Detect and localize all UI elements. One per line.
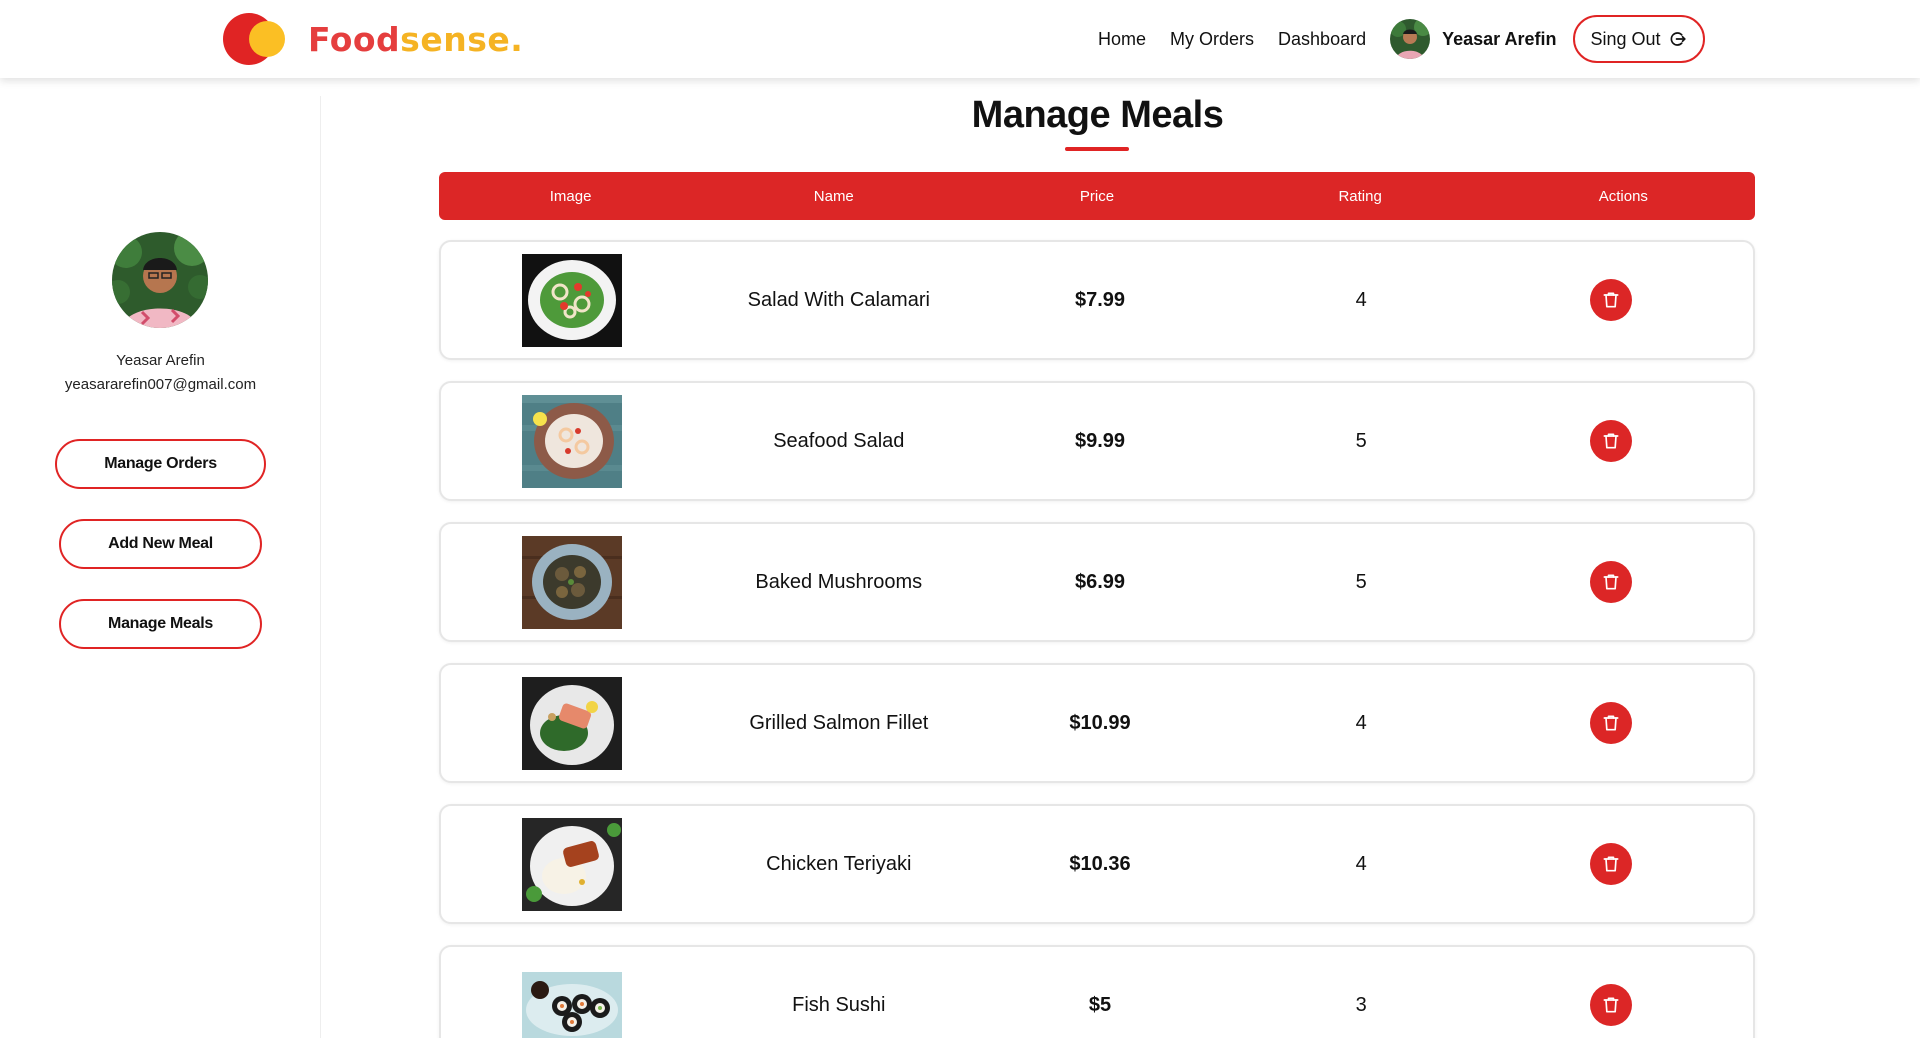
delete-button[interactable] <box>1590 279 1633 321</box>
nav-dashboard-link[interactable]: Dashboard <box>1278 29 1366 50</box>
table-row: Grilled Salmon Fillet $10.99 4 <box>439 663 1755 783</box>
meal-rating: 4 <box>1355 711 1367 734</box>
delete-button[interactable] <box>1590 561 1633 603</box>
brand-logo[interactable]: Foodsense. <box>223 13 523 65</box>
nav-username[interactable]: Yeasar Arefin <box>1442 29 1556 50</box>
trash-icon <box>1603 433 1619 449</box>
meal-name: Baked Mushrooms <box>755 570 923 593</box>
page-title: Manage Meals <box>971 94 1224 136</box>
meal-image <box>521 972 622 1038</box>
trash-icon <box>1603 574 1619 590</box>
sidebar: Yeasar Arefin yeasararefin007@gmail.com … <box>0 96 321 1038</box>
table-header: Image Name Price Rating Actions <box>439 172 1755 220</box>
meal-rating: 4 <box>1355 288 1367 311</box>
meal-price: $7.99 <box>1074 288 1126 311</box>
profile-avatar <box>112 232 208 328</box>
table-row: Salad With Calamari $7.99 4 <box>439 240 1755 360</box>
table-row: Seafood Salad $9.99 5 <box>439 381 1755 501</box>
meal-price: $6.99 <box>1074 570 1126 593</box>
header-price: Price <box>1079 187 1115 205</box>
delete-button[interactable] <box>1590 843 1633 885</box>
logout-icon <box>1670 32 1686 46</box>
meal-image <box>521 394 622 488</box>
header-name: Name <box>813 187 854 205</box>
title-underline <box>1065 147 1129 151</box>
delete-button[interactable] <box>1590 984 1633 1026</box>
nav-my-orders-link[interactable]: My Orders <box>1170 29 1254 50</box>
nav-user: Yeasar Arefin <box>1390 19 1572 59</box>
profile-email: yeasararefin007@gmail.com <box>64 376 257 393</box>
meal-rating: 4 <box>1355 852 1367 875</box>
meal-price: $10.36 <box>1069 852 1131 875</box>
meal-image <box>521 535 622 629</box>
header-actions: Actions <box>1598 187 1648 205</box>
table-row: Fish Sushi $5 3 <box>439 945 1755 1038</box>
header-rating: Rating <box>1338 187 1382 205</box>
meals-table: Salad With Calamari $7.99 4 Seafood Sala… <box>439 240 1755 1038</box>
add-new-meal-button[interactable]: Add New Meal <box>59 519 262 569</box>
signout-button[interactable]: Sing Out <box>1572 15 1705 63</box>
meal-image <box>521 676 622 770</box>
meal-name: Grilled Salmon Fillet <box>749 711 929 734</box>
profile-name: Yeasar Arefin <box>116 352 205 369</box>
meal-name: Seafood Salad <box>773 429 905 452</box>
table-row: Baked Mushrooms $6.99 5 <box>439 522 1755 642</box>
manage-meals-button[interactable]: Manage Meals <box>59 599 262 649</box>
trash-icon <box>1603 292 1619 308</box>
meal-image <box>521 253 622 347</box>
trash-icon <box>1603 856 1619 872</box>
trash-icon <box>1603 997 1619 1013</box>
logo-circles-icon <box>223 13 293 65</box>
trash-icon <box>1603 715 1619 731</box>
brand-name: Foodsense. <box>308 19 524 59</box>
nav-home-link[interactable]: Home <box>1098 29 1146 50</box>
top-navbar: Foodsense. Home My Orders Dashboard Yeas… <box>0 0 1920 78</box>
meal-rating: 5 <box>1355 429 1367 452</box>
nav-links: Home My Orders Dashboard Yeasar Arefin S… <box>1098 0 1705 78</box>
meal-rating: 3 <box>1355 993 1367 1016</box>
header-image: Image <box>549 187 592 205</box>
delete-button[interactable] <box>1590 420 1633 462</box>
nav-avatar <box>1390 19 1431 59</box>
meal-price: $5 <box>1088 993 1112 1016</box>
manage-orders-button[interactable]: Manage Orders <box>55 439 266 489</box>
signout-label: Sing Out <box>1590 28 1661 49</box>
meal-price: $9.99 <box>1074 429 1126 452</box>
meal-price: $10.99 <box>1069 711 1131 734</box>
meal-image <box>521 817 622 911</box>
meal-name: Fish Sushi <box>792 993 886 1016</box>
meal-rating: 5 <box>1355 570 1367 593</box>
table-row: Chicken Teriyaki $10.36 4 <box>439 804 1755 924</box>
delete-button[interactable] <box>1590 702 1633 744</box>
meal-name: Chicken Teriyaki <box>766 852 912 875</box>
meal-name: Salad With Calamari <box>747 288 930 311</box>
